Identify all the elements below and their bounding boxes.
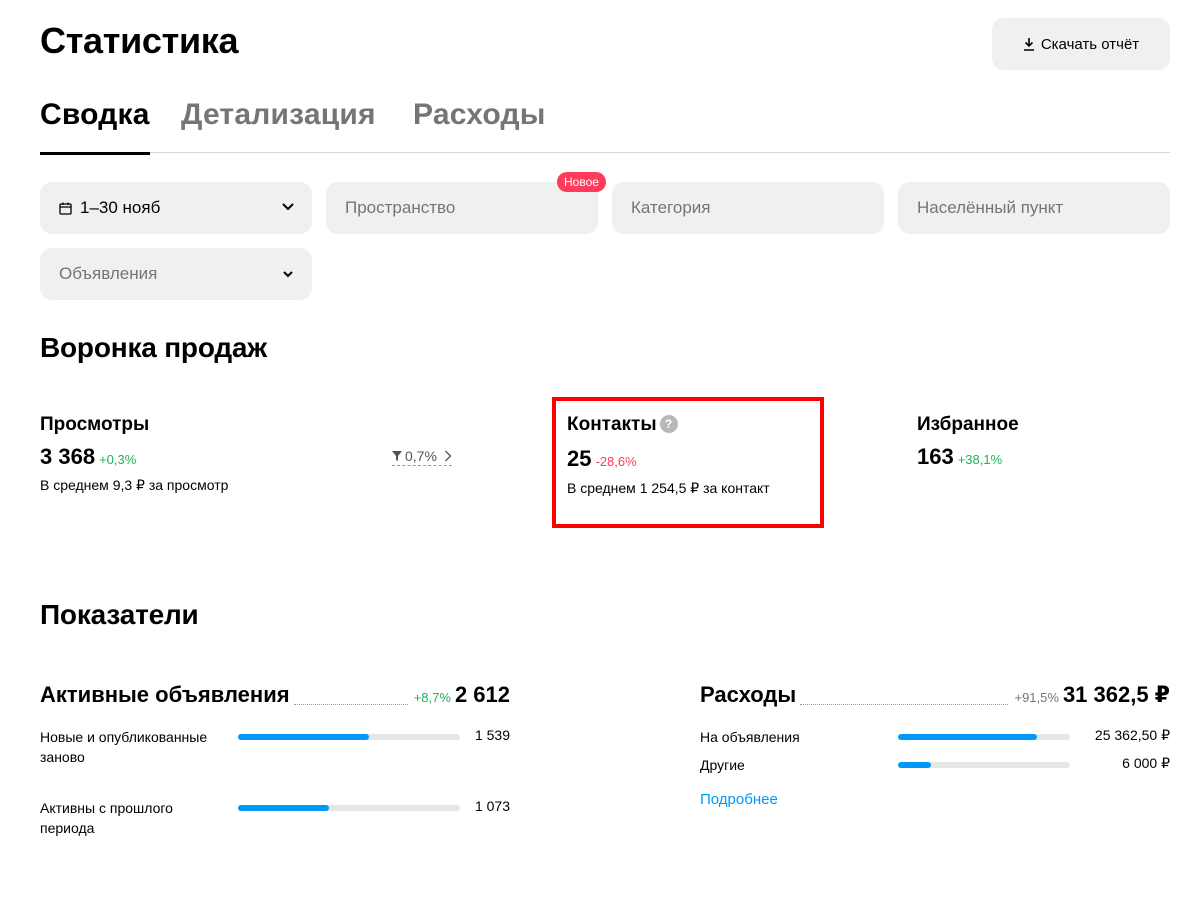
views-value: 3 368 <box>40 444 96 469</box>
chevron-down-icon <box>283 271 293 278</box>
category-select[interactable]: Категория <box>612 182 884 234</box>
tab-expenses[interactable]: Расходы <box>413 98 546 153</box>
views-label: Просмотры <box>40 414 150 435</box>
active-ads-row-label: Активны с прошлого периода <box>40 800 173 836</box>
download-report-button[interactable]: Скачать отчёт <box>992 18 1170 70</box>
active-ads-value: 2 612 <box>454 682 510 707</box>
favorites-value: 163 <box>917 444 954 469</box>
favorites-value-line: 163 +38,1% <box>917 444 1019 470</box>
views-value-line: 3 368 +0,3% <box>40 444 228 470</box>
more-details-link[interactable]: Подробнее <box>700 791 778 808</box>
expenses-row-value: 25 362,50 ₽ <box>1094 727 1170 743</box>
active-ads-header: Активные объявления +8,7% 2 612 <box>40 682 510 712</box>
views-delta: +0,3% <box>99 452 137 467</box>
active-ads-bar-previous <box>238 805 460 811</box>
active-ads-row-value: 1 539 <box>474 727 510 743</box>
ads-select[interactable]: Объявления <box>40 248 312 300</box>
expenses-delta: +91,5% <box>1014 690 1059 705</box>
favorites-label: Избранное <box>917 414 1019 435</box>
views-sub: В среднем 9,3 ₽ за просмотр <box>40 477 229 493</box>
expenses-bar-other <box>898 762 1070 768</box>
chevron-down-icon <box>282 203 294 211</box>
tab-bar: Сводка Детализация Расходы <box>40 98 1170 155</box>
category-placeholder: Категория <box>631 198 711 217</box>
active-ads-row-label: Новые и опубликованные заново <box>40 729 208 765</box>
tab-details[interactable]: Детализация <box>181 98 376 153</box>
bar-fill <box>898 762 931 768</box>
period-select[interactable]: 1–30 нояб <box>40 182 312 234</box>
funnel-icon <box>392 451 402 461</box>
funnel-title: Воронка продаж <box>40 332 267 363</box>
download-icon <box>1023 38 1034 51</box>
bar-fill <box>238 734 369 740</box>
indicators-title: Показатели <box>40 599 199 630</box>
period-value: 1–30 нояб <box>80 198 161 217</box>
expenses-title: Расходы <box>700 682 797 707</box>
expenses-row-value: 6 000 ₽ <box>1122 755 1170 771</box>
new-badge: Новое <box>557 172 606 192</box>
active-ads-title: Активные объявления <box>40 682 290 707</box>
expenses-row-label: На объявления <box>700 729 800 745</box>
chevron-right-icon <box>444 450 452 462</box>
tab-summary[interactable]: Сводка <box>40 98 150 155</box>
space-placeholder: Пространство <box>345 198 456 217</box>
page-title: Статистика <box>40 20 239 61</box>
location-select[interactable]: Населённый пункт <box>898 182 1170 234</box>
conversion-value: 0,7% <box>405 448 437 464</box>
bar-fill <box>898 734 1038 740</box>
favorites-metric: Избранное 163 +38,1% <box>917 414 1019 470</box>
location-placeholder: Населённый пункт <box>917 198 1064 217</box>
views-metric: Просмотры 3 368 +0,3% В среднем 9,3 ₽ за … <box>40 414 228 494</box>
active-ads-bar-new <box>238 734 460 740</box>
expenses-value: 31 362,5 ₽ <box>1062 682 1170 707</box>
conversion-link[interactable]: 0,7% <box>392 448 452 466</box>
contacts-highlight-frame <box>552 397 824 528</box>
calendar-icon <box>59 202 72 215</box>
active-ads-delta: +8,7% <box>413 690 451 705</box>
active-ads-row-value: 1 073 <box>474 798 510 814</box>
ads-placeholder: Объявления <box>59 264 158 283</box>
download-report-label: Скачать отчёт <box>1040 35 1140 53</box>
dotted-leader <box>800 704 1009 705</box>
favorites-delta: +38,1% <box>957 452 1003 467</box>
bar-fill <box>238 805 330 811</box>
dotted-leader <box>293 704 408 705</box>
expenses-bar-ads <box>898 734 1070 740</box>
space-select[interactable]: Пространство <box>326 182 598 234</box>
expenses-header: Расходы +91,5% 31 362,5 ₽ <box>700 682 1170 712</box>
expenses-row-label: Другие <box>700 757 745 773</box>
